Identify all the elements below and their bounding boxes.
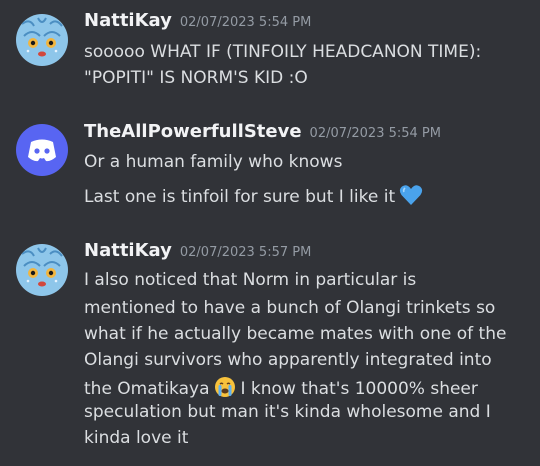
discord-logo-icon[interactable] [16, 124, 68, 176]
message-line: Or a human family who knows [84, 152, 343, 172]
message-line: "POPITI" IS NORM'S KID :O [84, 68, 308, 88]
message-line: the Omatikaya I know that's 10000% sheer [84, 376, 534, 403]
author-name[interactable]: NattiKay [84, 10, 172, 31]
crying-face-icon[interactable] [214, 376, 236, 403]
author-name[interactable]: NattiKay [84, 240, 172, 261]
message-header: NattiKay 02/07/2023 5:54 PM [84, 10, 311, 31]
blue-heart-icon[interactable] [399, 184, 423, 211]
message-line: sooooo WHAT IF (TINFOILY HEADCANON TIME)… [84, 42, 482, 62]
message-line: Olangi survivors who apparently integrat… [84, 350, 492, 370]
message-text: Last one is tinfoil for sure but I like … [84, 187, 396, 207]
timestamp[interactable]: 02/07/2023 5:54 PM [180, 15, 311, 30]
message-text: the Omatikaya [84, 379, 210, 399]
message-header: NattiKay 02/07/2023 5:57 PM [84, 240, 311, 261]
message-line: kinda love it [84, 428, 189, 448]
message-line: mentioned to have a bunch of Olangi trin… [84, 298, 496, 318]
timestamp[interactable]: 02/07/2023 5:54 PM [310, 126, 441, 141]
message-line: what if he actually became mates with on… [84, 324, 507, 344]
message-line: speculation but man it's kinda wholesome… [84, 402, 491, 422]
message-line: Last one is tinfoil for sure but I like … [84, 184, 534, 211]
message-line: I also noticed that Norm in particular i… [84, 270, 417, 290]
nattikay-avatar-icon[interactable] [16, 244, 68, 296]
timestamp[interactable]: 02/07/2023 5:57 PM [180, 245, 311, 260]
author-name[interactable]: TheAllPowerfullSteve [84, 121, 302, 142]
message-header: TheAllPowerfullSteve 02/07/2023 5:54 PM [84, 121, 441, 142]
nattikay-avatar-icon[interactable] [16, 14, 68, 66]
message-text: I know that's 10000% sheer [240, 379, 478, 399]
